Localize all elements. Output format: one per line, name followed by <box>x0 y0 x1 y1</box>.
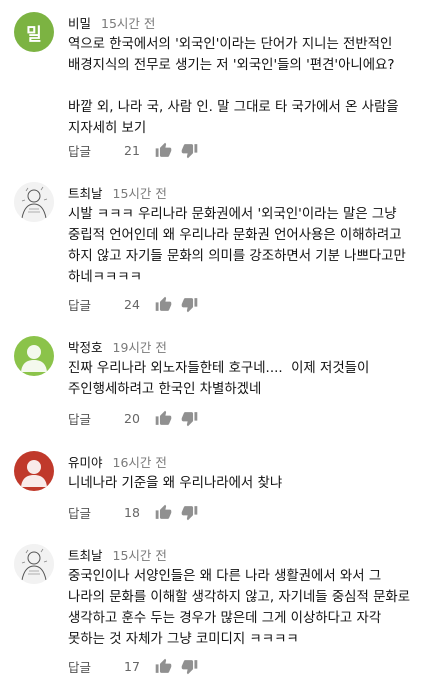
comment-header: 트최날 15시간 전 <box>68 183 167 202</box>
thumbs-up-icon[interactable] <box>150 410 176 427</box>
comment-header: 박정호 19시간 전 <box>68 337 167 356</box>
sketch-avatar-icon <box>14 544 54 584</box>
thumbs-down-icon[interactable] <box>176 142 202 159</box>
thumbs-up-icon[interactable] <box>150 504 176 521</box>
comment-time[interactable]: 19시간 전 <box>113 340 167 355</box>
reply-button[interactable]: 답글 <box>68 141 124 160</box>
sketch-avatar-icon <box>14 182 54 222</box>
thumbs-down-icon[interactable] <box>176 658 202 675</box>
thumbs-up-icon[interactable] <box>150 142 176 159</box>
reply-button[interactable]: 답글 <box>68 409 124 428</box>
avatar-letter: 밀 <box>26 24 42 45</box>
comment-actions: 답글 24 <box>68 293 202 315</box>
comment-actions: 답글 21 <box>68 139 202 161</box>
comment-text: 진짜 우리나라 외노자들한테 호구네.... 이제 저것들이 주인행세하려고 한… <box>68 361 374 397</box>
comment-time[interactable]: 15시간 전 <box>113 548 167 563</box>
comment-time[interactable]: 15시간 전 <box>101 16 155 31</box>
like-count: 20 <box>124 410 140 426</box>
comment-actions: 답글 20 <box>68 407 202 429</box>
reply-button[interactable]: 답글 <box>68 503 124 522</box>
comment-time[interactable]: 15시간 전 <box>113 186 167 201</box>
thumbs-up-icon[interactable] <box>150 296 176 313</box>
comment-actions: 답글 17 <box>68 655 202 677</box>
avatar[interactable]: 밀 <box>14 12 54 52</box>
thumbs-down-icon[interactable] <box>176 410 202 427</box>
like-count: 18 <box>124 504 140 520</box>
user-silhouette-icon <box>14 336 54 376</box>
comment-header: 트최날 15시간 전 <box>68 545 167 564</box>
thumbs-down-icon[interactable] <box>176 296 202 313</box>
comment-author[interactable]: 트최날 <box>68 186 103 201</box>
comment-text: 중국인이나 서양인들은 왜 다른 나라 생활권에서 와서 그 나라의 문화를 이… <box>68 569 415 647</box>
thumbs-up-icon[interactable] <box>150 658 176 675</box>
avatar[interactable] <box>14 182 54 222</box>
comment-time[interactable]: 16시간 전 <box>113 455 167 470</box>
comment-author[interactable]: 박정호 <box>68 340 103 355</box>
comment-text: 니네나라 기준을 왜 우리나라에서 찾냐 <box>68 476 283 491</box>
user-silhouette-icon <box>14 451 54 491</box>
like-count: 17 <box>124 658 140 674</box>
comment-header: 유미야 16시간 전 <box>68 452 167 471</box>
thumbs-down-icon[interactable] <box>176 504 202 521</box>
avatar[interactable] <box>14 544 54 584</box>
comment-actions: 답글 18 <box>68 501 202 523</box>
avatar[interactable] <box>14 451 54 491</box>
comment-author[interactable]: 비밀 <box>68 16 91 31</box>
like-count: 21 <box>124 142 140 158</box>
comment-author[interactable]: 유미야 <box>68 455 103 470</box>
comment-header: 비밀 15시간 전 <box>68 13 155 32</box>
comment-text: 시발 ㅋㅋㅋ 우리나라 문화권에서 '외국인'이라는 말은 그냥 중립적 언어인… <box>68 207 411 285</box>
comment-author[interactable]: 트최날 <box>68 548 103 563</box>
avatar[interactable] <box>14 336 54 376</box>
like-count: 24 <box>124 296 140 312</box>
reply-button[interactable]: 답글 <box>68 657 124 676</box>
reply-button[interactable]: 답글 <box>68 295 124 314</box>
comment-text: 역으로 한국에서의 '외국인'이라는 단어가 지니는 전반적인 배경지식의 전무… <box>68 37 399 136</box>
